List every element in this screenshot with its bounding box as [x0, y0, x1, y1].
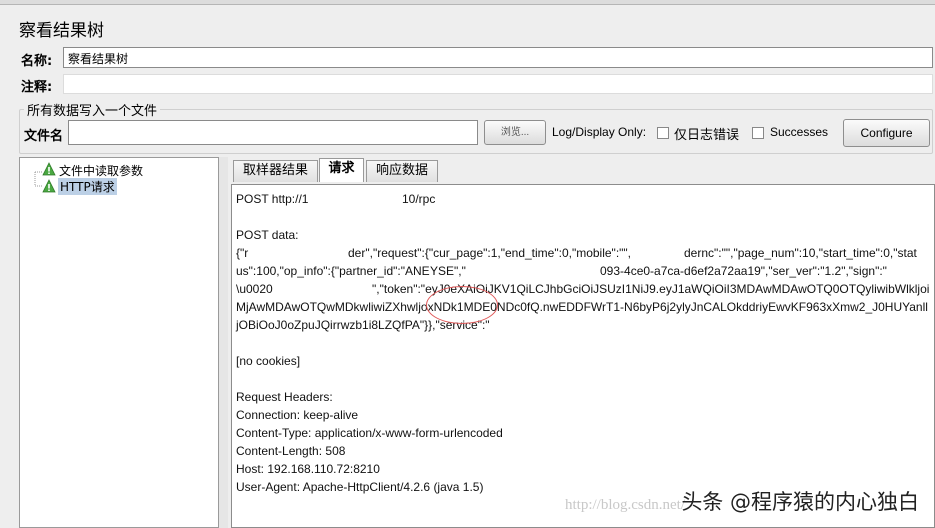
errors-only-label: 仅日志错误	[674, 127, 740, 142]
top-tool-strip	[0, 0, 935, 5]
split-pane-divider[interactable]	[219, 157, 228, 528]
request-line: 093-4ce0-a7ca-d6ef2a72aa19","ser_ver":"1…	[600, 264, 887, 278]
configure-button[interactable]: Configure	[843, 119, 930, 147]
toutiao-watermark: 头条 @程序猿的内心独白	[681, 490, 919, 514]
request-content-panel[interactable]: POST http://1 10/rpc POST data: {"r der"…	[231, 184, 935, 528]
faint-url-watermark: http://blog.csdn.net/	[565, 497, 685, 513]
filename-label: 文件名	[24, 129, 64, 144]
name-input[interactable]: 察看结果树	[63, 47, 933, 68]
successes-label: Successes	[770, 125, 829, 139]
errors-only-checkbox[interactable]	[657, 127, 669, 139]
file-group-title: 所有数据写入一个文件	[24, 100, 161, 119]
tab-response-data[interactable]: 响应数据	[366, 160, 438, 182]
filename-input[interactable]	[68, 120, 478, 145]
request-line: POST http://1	[236, 192, 309, 206]
green-triangle-warning-icon	[42, 162, 56, 176]
request-line: YSE","	[430, 264, 466, 278]
request-line: POST data:	[236, 228, 299, 242]
request-line: Content-Length: 508	[236, 444, 346, 458]
tree-item-label: 文件中读取参数	[59, 164, 144, 178]
request-line: dernc":"","page_num":10,"start_time":0,"…	[684, 246, 917, 260]
request-line: User-Agent: Apache-HttpClient/4.2.6 (jav…	[236, 480, 484, 494]
comment-input[interactable]	[63, 74, 933, 94]
request-line: der","request":{"cur_page":1,"end_time":…	[348, 246, 632, 260]
request-line: {"r	[236, 246, 249, 260]
request-line: [no cookies]	[236, 354, 301, 368]
request-line: Connection: keep-alive	[236, 408, 359, 422]
successes-checkbox[interactable]	[752, 127, 764, 139]
page-title: 察看结果树	[19, 21, 104, 41]
request-line: \u0020	[236, 282, 273, 296]
request-line: us":100,"op_info":{"partner_id":"ANE	[236, 264, 430, 278]
name-input-value: 察看结果树	[68, 52, 129, 66]
tree-item-label: HTTP请求	[58, 178, 117, 195]
request-line: 10/rpc	[402, 192, 436, 206]
request-line: Content-Type: application/x-www-form-url…	[236, 426, 503, 440]
tab-sampler-result[interactable]: 取样器结果	[233, 160, 318, 182]
tab-request[interactable]: 请求	[319, 158, 364, 182]
result-tree-panel: 文件中读取参数 HTTP请求	[19, 157, 219, 528]
log-display-label: Log/Display Only:	[552, 125, 647, 139]
request-line: Request Headers:	[236, 390, 333, 404]
red-circle-annotation	[426, 286, 498, 324]
name-label: 名称:	[21, 54, 53, 69]
green-triangle-warning-icon	[42, 179, 56, 193]
request-line: Host: 192.168.110.72:8210	[236, 462, 380, 476]
comment-label: 注释:	[21, 80, 53, 95]
browse-button[interactable]: 浏览...	[484, 120, 546, 145]
request-line: MjAwMDAwOTQwMDkwliwiZXhwljoxNDk1MDE0NDc0…	[236, 300, 928, 314]
